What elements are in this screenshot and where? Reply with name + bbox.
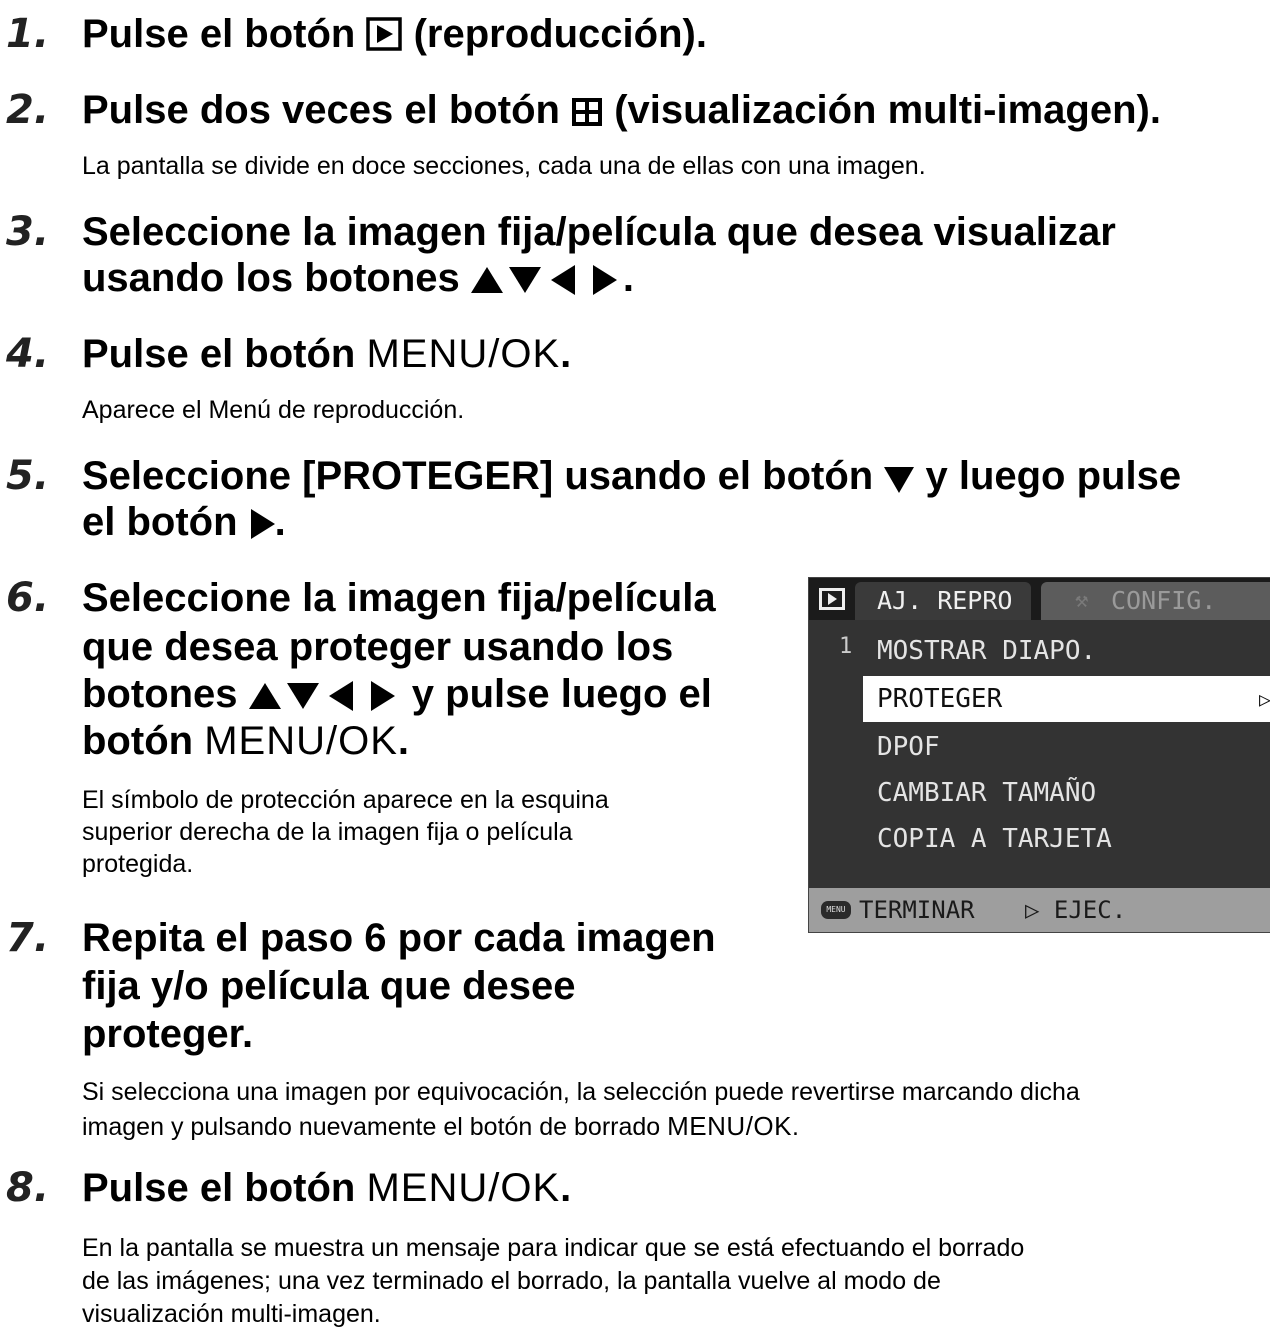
menu-item-proteger[interactable]: PROTEGER ▷	[863, 676, 1270, 722]
step-number: 2.	[6, 87, 50, 133]
menu-item-copia-a-tarjeta[interactable]: COPIA A TARJETA	[863, 816, 1270, 862]
menu-panel: 1 MOSTRAR DIAPO. PROTEGER ▷ DPOF CAMBIAR…	[809, 620, 1270, 888]
step-description-line-2: superior derecha de la imagen fija o pel…	[82, 818, 573, 846]
step-description-line-2: de las imágenes; una vez terminado el bo…	[82, 1267, 941, 1295]
step-description-line-2: imagen y pulsando nuevamente el botón de…	[82, 1111, 799, 1141]
step-heading-line-2: el botón .	[82, 498, 286, 550]
step-number: 7.	[6, 915, 50, 961]
menu-ok-button-label: MENU/OK	[667, 1111, 792, 1141]
step-heading-line-3: proteger.	[82, 1012, 254, 1056]
camera-menu-screen: AJ. REPRO ⚒ CONFIG. 1 MOSTRAR DIAPO. PRO…	[808, 577, 1270, 933]
step-description-line-1: El símbolo de protección aparece en la e…	[82, 786, 609, 814]
arrow-buttons-icon	[248, 674, 401, 722]
multi-image-icon	[571, 90, 603, 138]
step-heading-line-2: usando los botones .	[82, 254, 634, 306]
menu-item-dpof[interactable]: DPOF	[863, 724, 1270, 770]
step-heading-line-1: Repita el paso 6 por cada imagen	[82, 916, 716, 960]
menu-item-label: PROTEGER	[877, 684, 1003, 714]
step-description: Aparece el Menú de reproducción.	[82, 396, 465, 424]
step-number: 1.	[6, 11, 50, 57]
menu-ok-button-label: MENU/OK	[366, 1166, 561, 1210]
step-number: 6.	[6, 575, 50, 621]
step-heading: Pulse dos veces el botón (visualización …	[82, 86, 1161, 138]
right-arrow-icon	[249, 502, 275, 550]
down-arrow-icon	[884, 456, 915, 504]
menu-ok-button-label: MENU/OK	[366, 332, 561, 376]
step-heading: Pulse el botón (reproducción).	[82, 10, 707, 62]
wrench-icon: ⚒	[1075, 588, 1089, 613]
step-heading: Pulse el botón MENU/OK.	[82, 332, 572, 376]
step-description: La pantalla se divide en doce secciones,…	[82, 152, 926, 180]
menu-ok-button-label: MENU/OK	[204, 719, 398, 763]
tab-aj-repro[interactable]: AJ. REPRO	[855, 582, 1031, 620]
step-heading-line-1: Seleccione [PROTEGER] usando el botón y …	[82, 452, 1181, 504]
step-heading-line-4: botón MENU/OK.	[82, 719, 409, 763]
menu-button-icon: MENU	[821, 901, 851, 919]
menu-item-mostrar-diapo[interactable]: MOSTRAR DIAPO.	[863, 628, 1270, 674]
step-heading-line-2: fija y/o película que desee	[82, 964, 576, 1008]
submenu-arrow-icon: ▷	[1259, 687, 1270, 711]
playback-tab-icon	[819, 588, 845, 610]
footer-terminar: TERMINAR	[859, 896, 975, 924]
arrow-buttons-icon	[470, 258, 623, 306]
step-heading-line-2: que desea proteger usando los	[82, 625, 674, 669]
step-description-line-3: protegida.	[82, 850, 194, 878]
step-number: 5.	[6, 453, 50, 499]
step-number: 4.	[6, 331, 50, 377]
step-description-line-1: En la pantalla se muestra un mensaje par…	[82, 1234, 1025, 1262]
menu-tabs: AJ. REPRO ⚒ CONFIG.	[809, 578, 1270, 622]
step-number: 8.	[6, 1165, 50, 1211]
play-icon	[366, 14, 403, 62]
step-description-line-1: Si selecciona una imagen por equivocació…	[82, 1078, 1080, 1106]
step-number: 3.	[6, 209, 50, 255]
footer-ejec: ▷ EJEC.	[1025, 896, 1127, 924]
tab-config[interactable]: ⚒ CONFIG.	[1041, 582, 1270, 620]
tab-config-label: CONFIG.	[1111, 586, 1217, 615]
step-description-line-3: visualización multi-imagen.	[82, 1300, 381, 1328]
menu-footer: MENU TERMINAR ▷ EJEC.	[809, 888, 1270, 932]
page-number: 1	[839, 634, 853, 659]
step-heading-line-1: Seleccione la imagen fija/película	[82, 576, 716, 620]
step-heading: Pulse el botón MENU/OK.	[82, 1166, 572, 1210]
step-heading-line-1: Seleccione la imagen fija/película que d…	[82, 210, 1116, 254]
menu-item-cambiar-tamano[interactable]: CAMBIAR TAMAÑO	[863, 770, 1270, 816]
step-heading-line-3: botones y pulse luego el	[82, 670, 712, 722]
